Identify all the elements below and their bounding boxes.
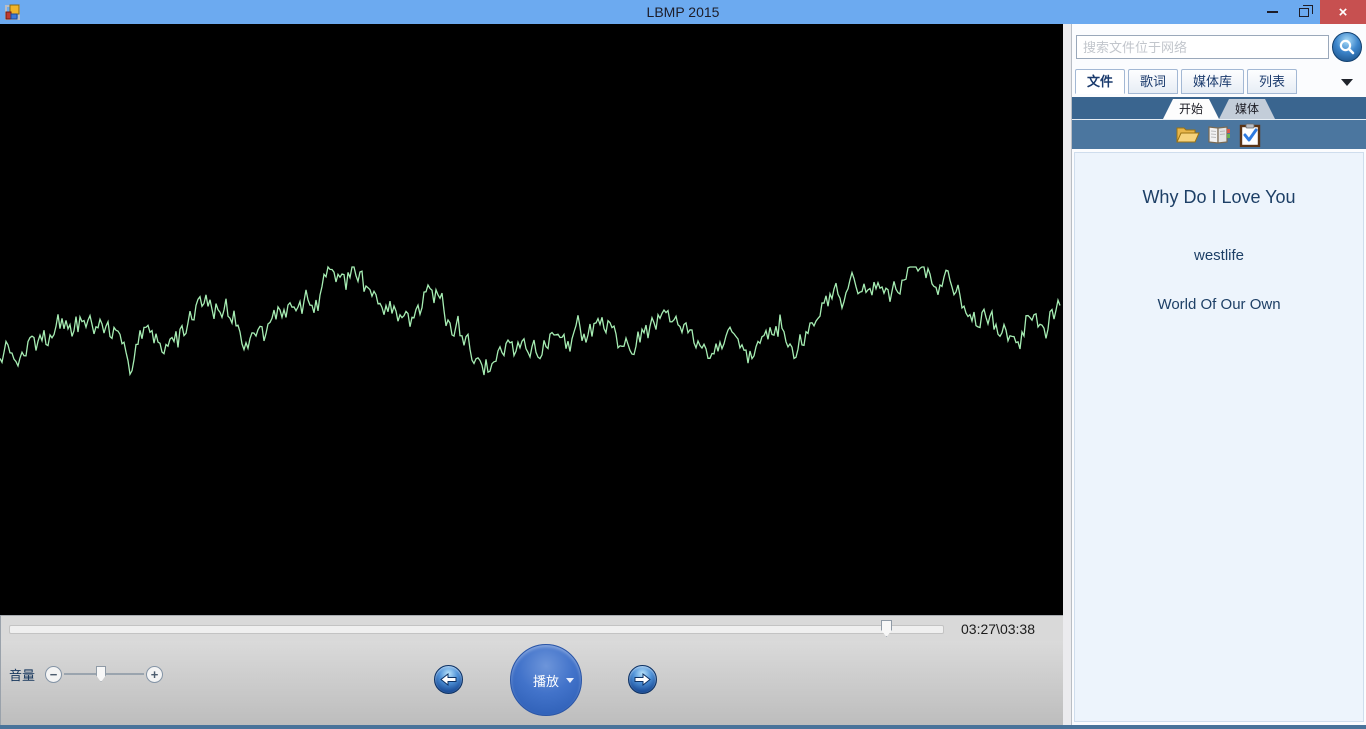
song-album: World Of Our Own [1157,296,1281,313]
seek-track[interactable] [9,625,944,634]
song-title: Why Do I Love You [1142,187,1296,207]
transport-bar: 03:27\03:38 音量 − + 播放 [0,615,1063,725]
app-window: LBMP 2015 × 03:27\03:38 音量 − + 播放 搜索文件位于… [0,0,1366,729]
window-bottom-border [0,725,1366,729]
next-button[interactable] [628,665,657,694]
titlebar: LBMP 2015 × [0,0,1366,24]
tab-overflow-caret-icon[interactable] [1341,79,1353,86]
close-icon: × [1338,3,1348,21]
plus-icon: + [150,666,159,682]
ribbon-tab-band: 开始 媒体 [1072,97,1366,119]
open-folder-icon [1176,127,1200,142]
volume-thumb[interactable] [96,666,107,682]
minimize-button[interactable] [1256,0,1288,24]
window-title: LBMP 2015 [646,4,720,20]
previous-button[interactable] [434,665,463,694]
playlist-check-button[interactable] [1237,123,1263,147]
visualization-stage [0,24,1063,615]
play-button[interactable]: 播放 [510,644,582,716]
tab-media-library[interactable]: 媒体库 [1181,69,1245,94]
progress-row: 03:27\03:38 [1,615,1063,641]
tab-file[interactable]: 文件 [1075,69,1126,94]
next-arrow-icon [634,673,651,686]
panel-splitter[interactable] [1063,24,1072,725]
tab-playlist[interactable]: 列表 [1247,69,1298,94]
search-input[interactable] [1076,35,1329,59]
play-options-caret-icon[interactable] [566,678,574,683]
search-row [1072,24,1366,64]
volume-up-button[interactable]: + [146,665,164,683]
open-folder-button[interactable] [1175,123,1201,147]
waveform [0,265,1061,377]
ribbon-toolbar [1072,119,1366,149]
tab-lyrics[interactable]: 歌词 [1128,69,1179,94]
ribbon-tab-media[interactable]: 媒体 [1219,99,1275,119]
seek-thumb[interactable] [881,620,892,637]
close-button[interactable]: × [1320,0,1366,24]
library-book-icon [1208,125,1230,144]
minimize-icon [1266,11,1278,13]
volume-label: 音量 [9,667,36,683]
song-artist: westlife [1193,247,1245,264]
now-playing-panel: Why Do I Love You westlife World Of Our … [1074,152,1364,722]
restore-icon [1299,4,1313,17]
playlist-check-icon [1239,123,1261,147]
minus-icon: − [49,666,58,682]
sidebar: 文件 歌词 媒体库 列表 开始 媒体 [1072,24,1366,725]
volume-slider[interactable] [64,665,145,683]
restore-button[interactable] [1288,0,1320,24]
search-button[interactable] [1332,32,1362,62]
media-library-button[interactable] [1206,123,1232,147]
ribbon-tab-start[interactable]: 开始 [1163,99,1219,119]
search-icon [1339,39,1355,55]
controls-row: 音量 − + 播放 [1,641,1063,725]
volume-down-button[interactable]: − [45,665,63,683]
time-display: 03:27\03:38 [961,621,1035,637]
previous-arrow-icon [440,673,457,686]
sidebar-tab-row: 文件 歌词 媒体库 列表 [1072,64,1366,94]
volume-group: 音量 − + [9,665,164,683]
play-label: 播放 [532,673,559,689]
